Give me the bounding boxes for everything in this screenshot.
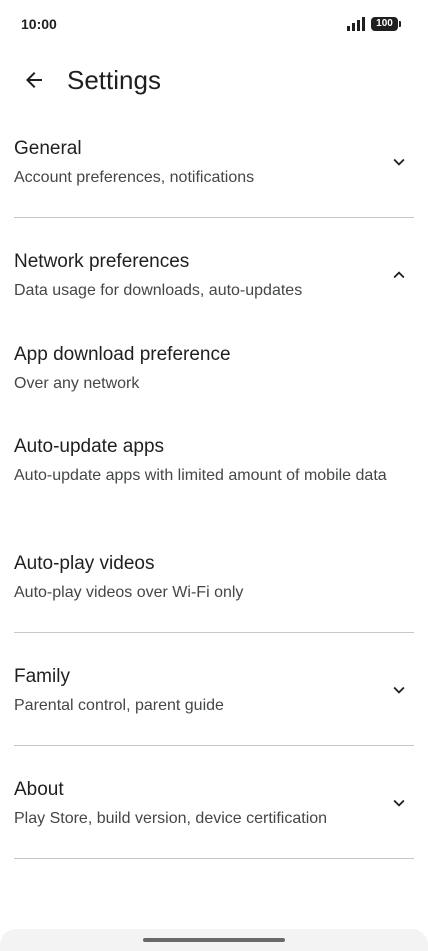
auto-play-title: Auto-play videos <box>14 553 155 574</box>
chevron-down-icon <box>393 686 405 694</box>
chevron-up-icon <box>393 271 405 279</box>
chevron-down-icon <box>393 158 405 166</box>
divider <box>14 632 414 633</box>
app-download-title: App download preference <box>14 344 231 365</box>
arrow-back-icon <box>26 72 42 88</box>
family-subtitle: Parental control, parent guide <box>14 697 224 714</box>
general-section[interactable]: General Account preferences, notificatio… <box>0 137 428 197</box>
page-title: Settings <box>67 65 161 95</box>
app-download-value: Over any network <box>14 375 140 392</box>
expand-about-button[interactable] <box>388 792 410 814</box>
app-bar: Settings <box>0 52 428 108</box>
expand-general-button[interactable] <box>388 151 410 173</box>
expand-family-button[interactable] <box>388 679 410 701</box>
auto-play-value: Auto-play videos over Wi-Fi only <box>14 584 244 601</box>
app-download-preference-item[interactable]: App download preference Over any network <box>0 343 428 403</box>
auto-update-value: Auto-update apps with limited amount of … <box>14 467 387 484</box>
general-subtitle: Account preferences, notifications <box>14 169 255 186</box>
divider <box>14 745 414 746</box>
status-bar: 10:00 100 <box>0 0 428 48</box>
family-section[interactable]: Family Parental control, parent guide <box>0 665 428 725</box>
network-section[interactable]: Network preferences Data usage for downl… <box>0 250 428 310</box>
battery-level: 100 <box>376 18 393 29</box>
back-button[interactable] <box>14 60 54 100</box>
signal-icon <box>347 17 365 31</box>
about-title: About <box>14 779 64 800</box>
home-gesture-handle[interactable] <box>143 938 285 942</box>
chevron-down-icon <box>393 799 405 807</box>
divider <box>14 217 414 218</box>
auto-update-title: Auto-update apps <box>14 436 165 457</box>
divider <box>14 858 414 859</box>
network-subtitle: Data usage for downloads, auto-updates <box>14 282 303 299</box>
general-title: General <box>14 138 82 159</box>
about-subtitle: Play Store, build version, device certif… <box>14 810 328 827</box>
auto-play-videos-item[interactable]: Auto-play videos Auto-play videos over W… <box>0 552 428 612</box>
collapse-network-button[interactable] <box>388 264 410 286</box>
network-title: Network preferences <box>14 251 190 272</box>
family-title: Family <box>14 666 70 687</box>
status-time: 10:00 <box>21 16 57 32</box>
about-section[interactable]: About Play Store, build version, device … <box>0 778 428 838</box>
battery-icon: 100 <box>371 17 401 31</box>
auto-update-apps-item[interactable]: Auto-update apps Auto-update apps with l… <box>0 435 428 515</box>
